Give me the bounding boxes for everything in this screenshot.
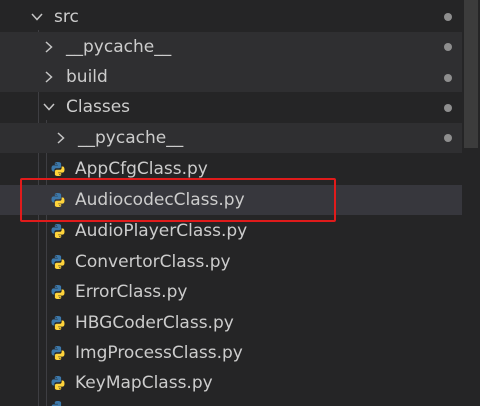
chevron-down-icon (42, 100, 56, 114)
scrollbar-thumb[interactable] (464, 0, 478, 148)
tree-item-label: build (66, 67, 108, 87)
python-icon (50, 223, 66, 239)
python-icon (50, 400, 66, 406)
modified-dot (444, 43, 452, 51)
file-explorer: src __pycache__ build Classes __pycache_… (0, 0, 480, 406)
tree-item-label: ErrorClass.py (75, 282, 188, 302)
tree-item-classes[interactable]: Classes (0, 92, 462, 122)
python-icon (50, 284, 66, 300)
modified-dot (444, 104, 452, 112)
tree-item-label: __pycache__ (78, 128, 184, 148)
tree-item-label: Classes (66, 97, 131, 117)
tree-item-pycache[interactable]: __pycache__ (0, 32, 462, 62)
python-icon (50, 345, 66, 361)
python-icon (50, 254, 66, 270)
tree-item-build[interactable]: build (0, 62, 462, 92)
tree-item-src[interactable]: src (0, 2, 462, 32)
modified-dot (444, 13, 452, 21)
tree-item-label: __pycache__ (66, 37, 172, 57)
tree-item-file[interactable]: KeyMapClass.py (0, 368, 462, 398)
tree-item-label: ImgProcessClass.py (75, 343, 243, 363)
modified-dot (444, 74, 452, 82)
chevron-right-icon (42, 40, 56, 54)
tree-item-file[interactable]: HBGCoderClass.py (0, 308, 462, 338)
tree-item-file[interactable]: ConvertorClass.py (0, 247, 462, 277)
tree-item-label: ConvertorClass.py (75, 252, 231, 272)
tree-item-pycache[interactable]: __pycache__ (0, 123, 462, 153)
tree-item-label: src (54, 7, 79, 27)
tree-item-label: KeyMapClass.py (75, 373, 213, 393)
modified-dot (444, 134, 452, 142)
tree-item-file[interactable]: ErrorClass.py (0, 277, 462, 307)
tree-item-label: HBGCoderClass.py (75, 313, 234, 333)
python-icon (50, 375, 66, 391)
tree-item-file[interactable]: ImgProcessClass.py (0, 338, 462, 368)
highlight-annotation-box (20, 178, 336, 222)
chevron-right-icon (54, 131, 68, 145)
python-icon (50, 161, 66, 177)
python-icon (50, 315, 66, 331)
chevron-right-icon (42, 70, 56, 84)
chevron-down-icon (30, 10, 44, 24)
